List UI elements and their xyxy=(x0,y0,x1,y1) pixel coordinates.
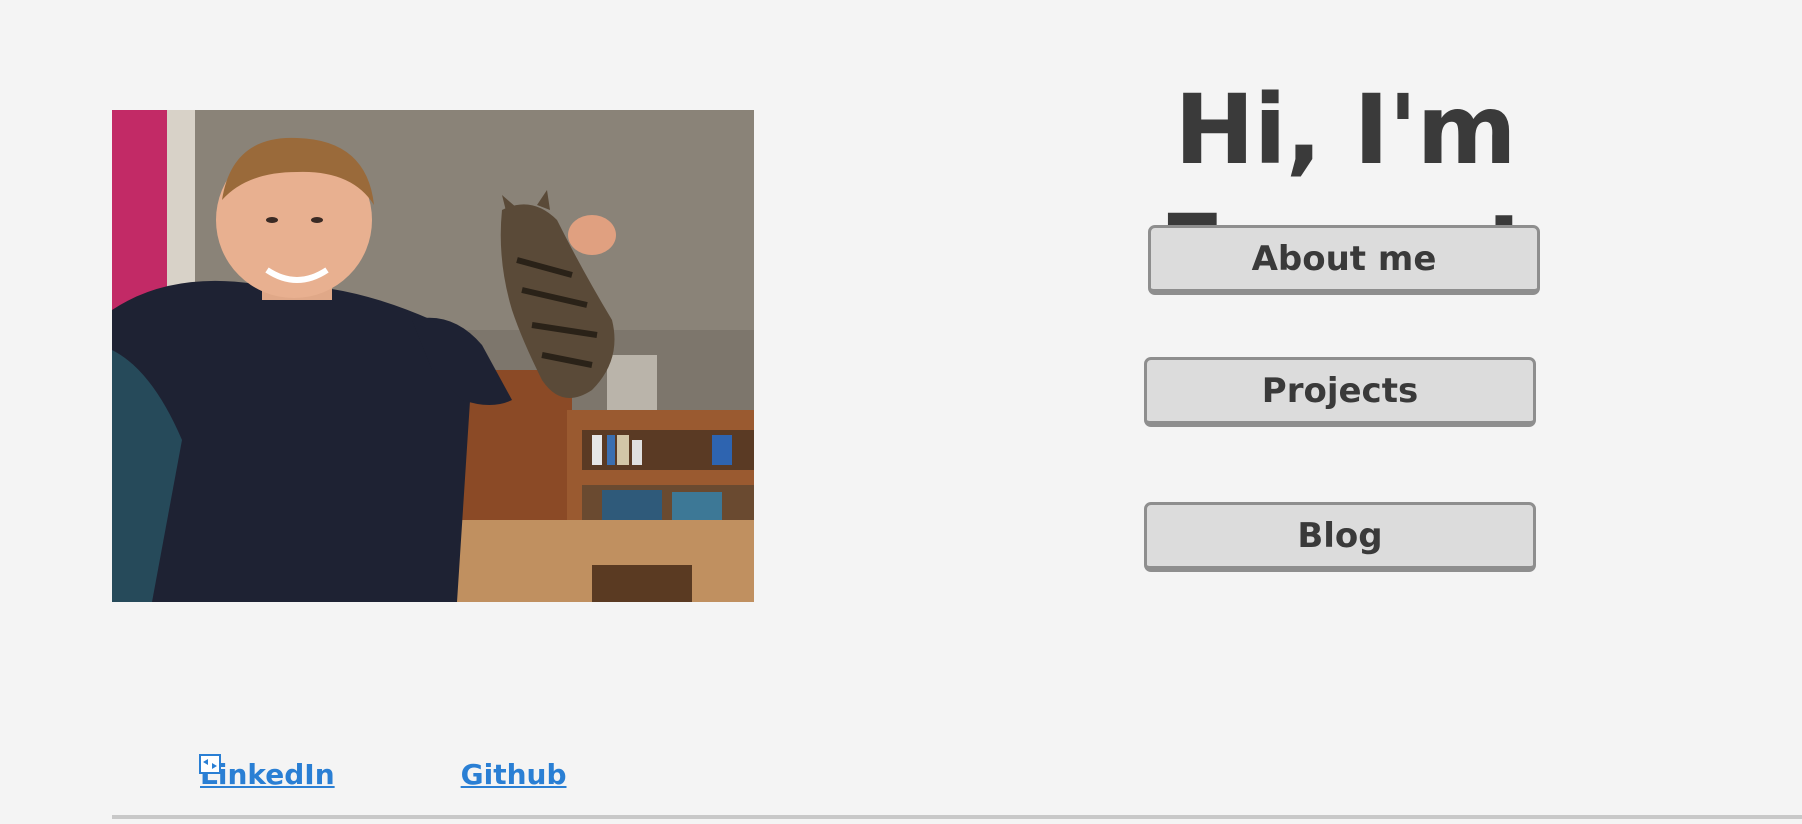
blog-button[interactable]: Blog xyxy=(1144,502,1536,572)
broken-image-icon xyxy=(199,753,221,774)
linkedin-link[interactable]: LinkedIn xyxy=(199,753,335,791)
github-link[interactable]: Github xyxy=(461,758,567,791)
bottom-divider xyxy=(112,815,1802,819)
about-me-button[interactable]: About me xyxy=(1148,225,1540,295)
profile-photo xyxy=(112,110,754,602)
profile-photo-illustration xyxy=(112,110,754,602)
footer-links: LinkedIn Github xyxy=(199,752,567,796)
projects-button[interactable]: Projects xyxy=(1144,357,1536,427)
